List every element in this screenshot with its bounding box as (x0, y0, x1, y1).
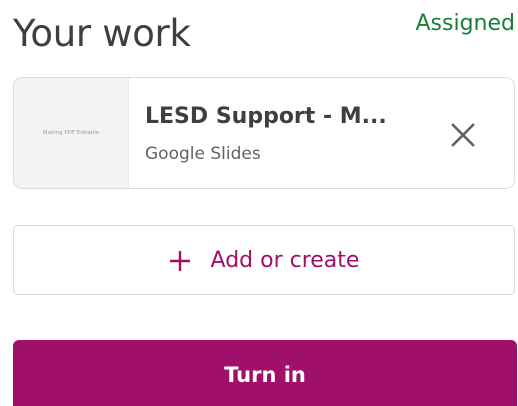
close-icon (451, 123, 475, 147)
assignment-status: Assigned (415, 11, 516, 36)
thumbnail-caption: Making PDF Editable (42, 130, 100, 136)
turn-in-button[interactable]: Turn in (13, 340, 517, 406)
add-or-create-label: Add or create (210, 247, 360, 273)
your-work-panel: Your work Assigned Making PDF Editable L… (0, 0, 518, 406)
add-or-create-button[interactable]: Add or create (13, 225, 515, 295)
turn-in-label: Turn in (224, 363, 306, 387)
plus-icon (169, 250, 190, 271)
attachment-thumbnail[interactable]: Making PDF Editable (14, 78, 129, 188)
attachment-card[interactable]: Making PDF Editable LESD Support - M... … (13, 77, 515, 189)
attachment-type: Google Slides (145, 144, 261, 164)
panel-title: Your work (13, 12, 191, 55)
remove-attachment-button[interactable] (448, 120, 478, 150)
panel-header: Your work Assigned (13, 6, 515, 62)
attachment-name[interactable]: LESD Support - M... (145, 104, 387, 129)
